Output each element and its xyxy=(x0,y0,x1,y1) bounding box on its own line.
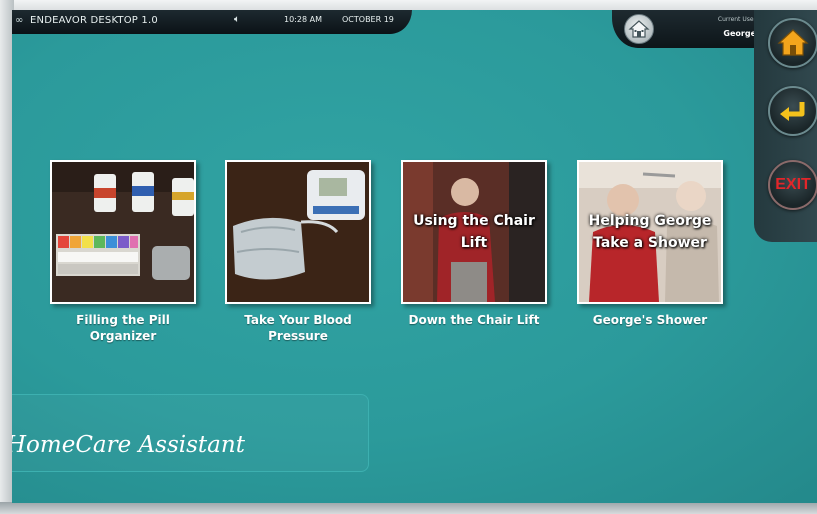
pill-organizer-image[interactable] xyxy=(50,160,196,304)
tile-label[interactable]: George's Shower xyxy=(569,312,731,328)
exit-button[interactable]: EXIT xyxy=(768,160,817,210)
home-button[interactable] xyxy=(768,18,817,68)
back-button[interactable] xyxy=(768,86,817,136)
app-title: ENDEAVOR DESKTOP 1.0 xyxy=(30,15,158,26)
link-icon: ∞ xyxy=(15,15,24,26)
current-user-label: Current User xyxy=(717,16,756,23)
speaker-icon[interactable]: 🔈︎ xyxy=(234,14,240,25)
home-icon xyxy=(777,29,809,56)
window-frame-bottom xyxy=(0,502,817,514)
brand-logo-text: HomeCare Assistant xyxy=(12,432,245,458)
house-avatar-icon[interactable] xyxy=(624,14,654,44)
tile-label[interactable]: Take Your Blood Pressure xyxy=(217,312,379,344)
tile-image-caption: Using the Chair Lift xyxy=(413,213,535,251)
app-screen: ∞ ENDEAVOR DESKTOP 1.0 🔈︎ 10:28 AM OCTOB… xyxy=(12,10,817,503)
top-status-bar: ∞ ENDEAVOR DESKTOP 1.0 🔈︎ 10:28 AM OCTOB… xyxy=(12,10,412,34)
exit-label: EXIT xyxy=(775,176,811,193)
side-nav-rail: EXIT xyxy=(754,10,817,242)
clock-time: 10:28 AM xyxy=(284,15,322,24)
chair-lift-image[interactable]: Using the Chair Lift xyxy=(401,160,547,304)
current-user-name: George xyxy=(723,29,756,38)
back-arrow-icon xyxy=(780,102,805,121)
shower-image[interactable]: Helping George Take a Shower xyxy=(577,160,723,304)
tile-image-caption: Helping George Take a Shower xyxy=(588,213,712,251)
current-user-panel: Current User George xyxy=(612,10,772,48)
blood-pressure-image[interactable] xyxy=(225,160,371,304)
tile-label[interactable]: Filling the Pill Organizer xyxy=(42,312,204,344)
tile-label[interactable]: Down the Chair Lift xyxy=(393,312,555,328)
clock-date: OCTOBER 19 xyxy=(342,15,394,24)
